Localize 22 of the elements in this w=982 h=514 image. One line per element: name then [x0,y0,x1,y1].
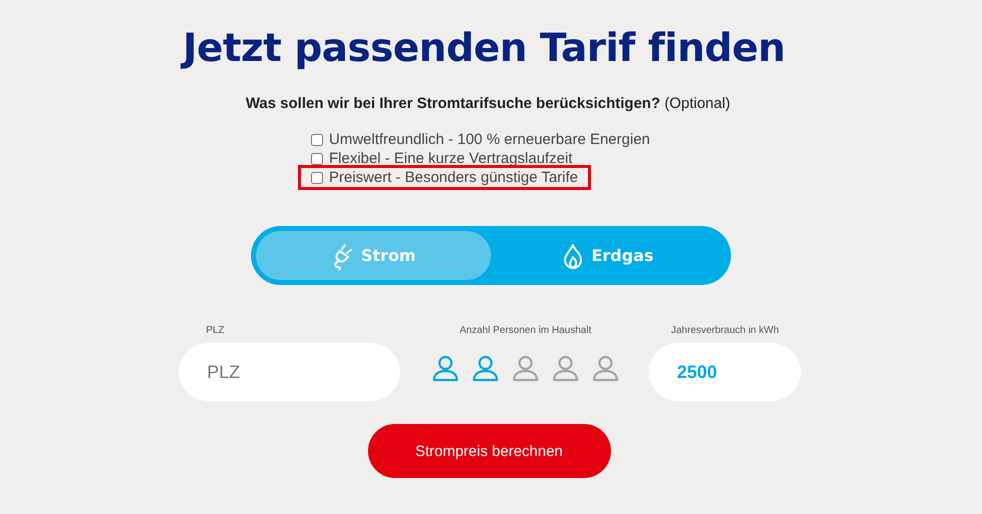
person-icon[interactable] [512,355,539,382]
question-text: Was sollen wir bei Ihrer Stromtarifsuche berücksichtigen? (Optional) [246,95,730,112]
energy-tab[interactable]: Erdgas [491,231,726,280]
option-label[interactable]: Preiswert - Besonders günstige Tarife [329,169,578,186]
field-label: Jahresverbrauch in kWh [671,325,779,338]
person-icon[interactable] [432,355,459,382]
person-icon[interactable] [472,355,499,382]
checkbox[interactable] [311,134,323,146]
checkbox[interactable] [311,152,323,164]
field-label: Anzahl Personen im Haushalt [460,325,592,338]
plug-icon [331,242,354,270]
field-label: PLZ [206,325,224,338]
option-label[interactable]: Umweltfreundlich - 100 % erneuerbare Energien [329,131,650,148]
flame-icon [563,242,584,268]
person-icon[interactable] [592,355,619,382]
option-label[interactable]: Flexibel - Eine kurze Vertragslaufzeit [329,150,572,167]
person-icon[interactable] [552,355,579,382]
postcode-field[interactable]: PLZ [179,343,400,401]
consumption-field[interactable]: 2500 [649,343,801,401]
checkbox[interactable] [311,172,323,184]
page-title: Jetzt passenden Tarif finden [182,26,786,71]
calculate-button[interactable]: Strompreis berechnen [368,424,610,478]
